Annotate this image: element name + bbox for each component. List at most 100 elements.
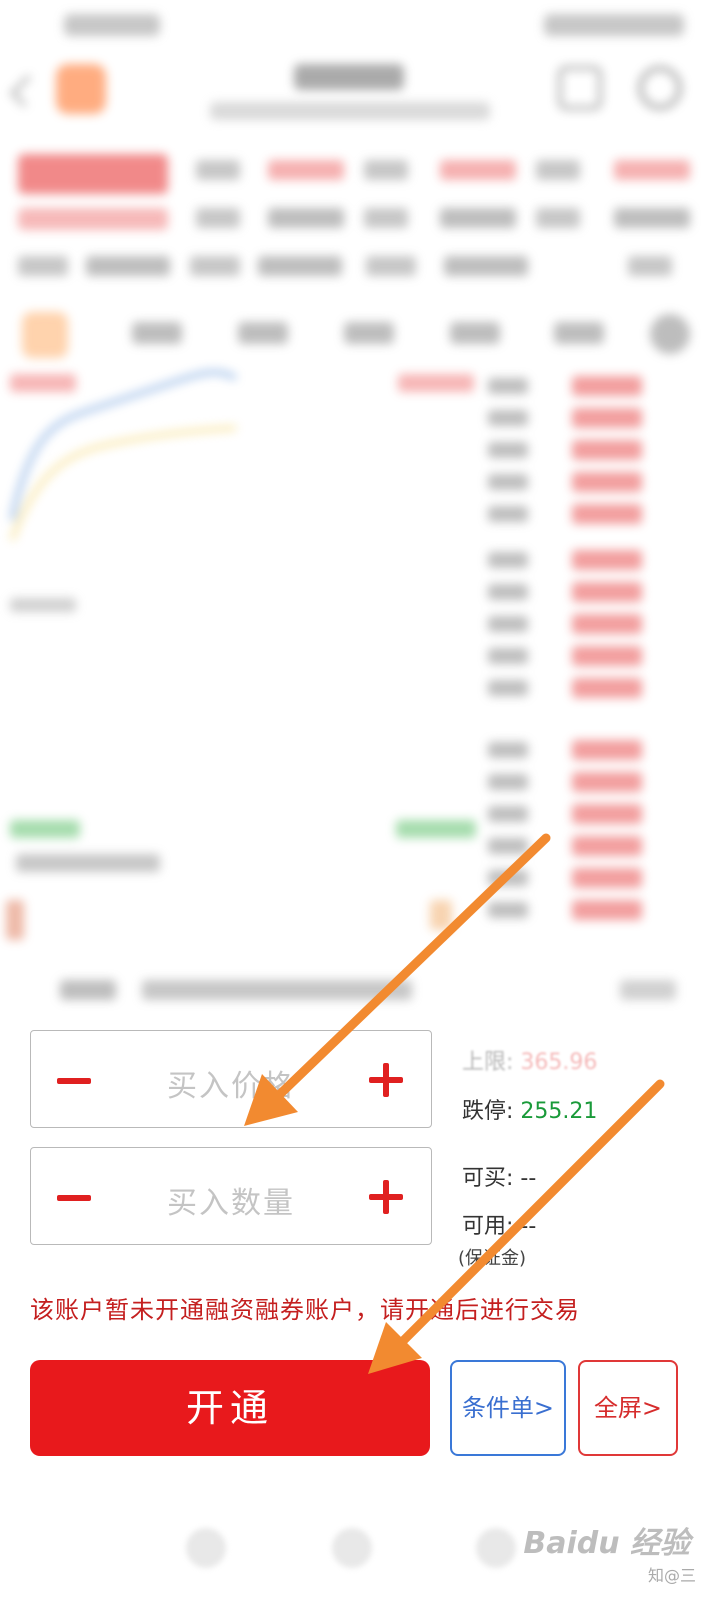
chart-tab[interactable]	[450, 322, 500, 344]
nav-menu-icon[interactable]	[476, 1528, 516, 1568]
quote-cell	[190, 256, 240, 276]
order-book-row	[488, 614, 708, 636]
order-book-row	[488, 772, 708, 794]
volume-label	[16, 854, 160, 872]
quote-cell	[536, 208, 580, 228]
quote-cell	[364, 160, 408, 180]
limit-down-label: 跌停:	[462, 1099, 514, 1124]
order-book-row	[488, 836, 708, 858]
stock-switch-more[interactable]	[620, 980, 676, 1000]
chart-tab[interactable]	[554, 322, 604, 344]
stock-switch-label[interactable]	[60, 980, 116, 1000]
current-price	[18, 154, 168, 194]
top-nav	[0, 52, 720, 132]
chart-low-label	[10, 820, 80, 838]
quote-cell	[258, 256, 342, 276]
intraday-chart	[0, 369, 480, 950]
app-logo	[56, 64, 106, 114]
price-line	[9, 369, 238, 521]
quote-cell	[86, 256, 170, 276]
price-change	[18, 208, 168, 230]
quote-cell	[440, 208, 516, 228]
account-notice: 该账户暂未开通融资融券账户，请开通后进行交易	[30, 1296, 580, 1324]
order-book-row	[488, 440, 708, 462]
average-line	[10, 426, 237, 541]
volume-bar	[6, 900, 24, 940]
blurred-quote-screen	[0, 0, 720, 1030]
quantity-input-box[interactable]: 买入数量	[30, 1147, 432, 1245]
minus-icon[interactable]	[57, 1078, 91, 1084]
stock-switch-name[interactable]	[142, 980, 412, 1000]
order-book-row	[488, 582, 708, 604]
status-bar-carrier	[64, 14, 160, 36]
quote-cell	[366, 256, 416, 276]
order-book	[480, 370, 720, 950]
quote-cell	[536, 160, 580, 180]
quote-summary	[0, 148, 720, 288]
status-bar	[0, 0, 720, 48]
order-book-row	[488, 804, 708, 826]
quote-cell	[268, 160, 344, 180]
chart-tab[interactable]	[132, 322, 182, 344]
quote-cell	[444, 256, 528, 276]
price-input[interactable]: 买入价格	[131, 1061, 331, 1105]
volume-bar	[430, 900, 452, 930]
order-book-row	[488, 408, 708, 430]
available-note: (保证金)	[458, 1248, 527, 1269]
tab-active[interactable]	[22, 312, 68, 358]
can-buy-row: 可买: --	[462, 1160, 536, 1192]
nav-center-icon[interactable]	[332, 1528, 372, 1568]
limit-up-value: 365.96	[520, 1050, 598, 1075]
back-arrow-icon[interactable]	[9, 74, 43, 108]
list-icon[interactable]	[558, 66, 602, 110]
quote-cell	[614, 160, 690, 180]
stock-name	[294, 64, 404, 90]
plus-icon[interactable]	[369, 1180, 403, 1214]
limit-up-label: 上限:	[462, 1050, 514, 1075]
quote-cell	[18, 256, 68, 276]
price-input-box[interactable]: 买入价格	[30, 1030, 432, 1128]
order-book-row	[488, 550, 708, 572]
search-icon[interactable]	[638, 66, 682, 110]
limit-up-row: 上限: 365.96	[462, 1044, 597, 1076]
quote-cell	[614, 208, 690, 228]
minus-icon[interactable]	[57, 1195, 91, 1201]
available-label: 可用:	[462, 1214, 514, 1239]
limit-down-value: 255.21	[520, 1099, 598, 1124]
chart-high-label	[10, 374, 76, 392]
order-book-row	[488, 376, 708, 398]
can-buy-label: 可买:	[462, 1166, 514, 1191]
chart-tab[interactable]	[344, 322, 394, 344]
watermark-logo: Baidu 经验	[523, 1526, 690, 1561]
chart-high-pct	[398, 374, 474, 392]
chart-settings-icon[interactable]	[650, 314, 690, 354]
quote-cell	[364, 208, 408, 228]
stock-code	[210, 102, 490, 120]
order-book-row	[488, 740, 708, 762]
quote-cell	[440, 160, 516, 180]
watermark-author: 知@三	[647, 1566, 696, 1585]
limit-down-row: 跌停: 255.21	[462, 1093, 597, 1125]
order-book-row	[488, 504, 708, 526]
chart-tabs	[0, 312, 720, 358]
order-book-row	[488, 868, 708, 890]
available-value: --	[520, 1214, 537, 1239]
order-book-row	[488, 900, 708, 922]
order-book-row	[488, 472, 708, 494]
price-line-chart	[6, 369, 476, 940]
fullscreen-button[interactable]: 全屏>	[578, 1360, 678, 1456]
quote-cell	[196, 208, 240, 228]
order-book-row	[488, 646, 708, 668]
quote-cell	[196, 160, 240, 180]
chart-mid-label	[10, 598, 76, 612]
open-account-button[interactable]: 开通	[30, 1360, 430, 1456]
chart-tab[interactable]	[238, 322, 288, 344]
nav-home-icon[interactable]	[186, 1528, 226, 1568]
quantity-input[interactable]: 买入数量	[131, 1178, 331, 1222]
plus-icon[interactable]	[369, 1063, 403, 1097]
available-row: 可用: --	[462, 1208, 536, 1240]
quote-cell	[628, 256, 672, 276]
condition-order-button[interactable]: 条件单>	[450, 1360, 566, 1456]
quote-cell	[268, 208, 344, 228]
can-buy-value: --	[520, 1166, 537, 1191]
